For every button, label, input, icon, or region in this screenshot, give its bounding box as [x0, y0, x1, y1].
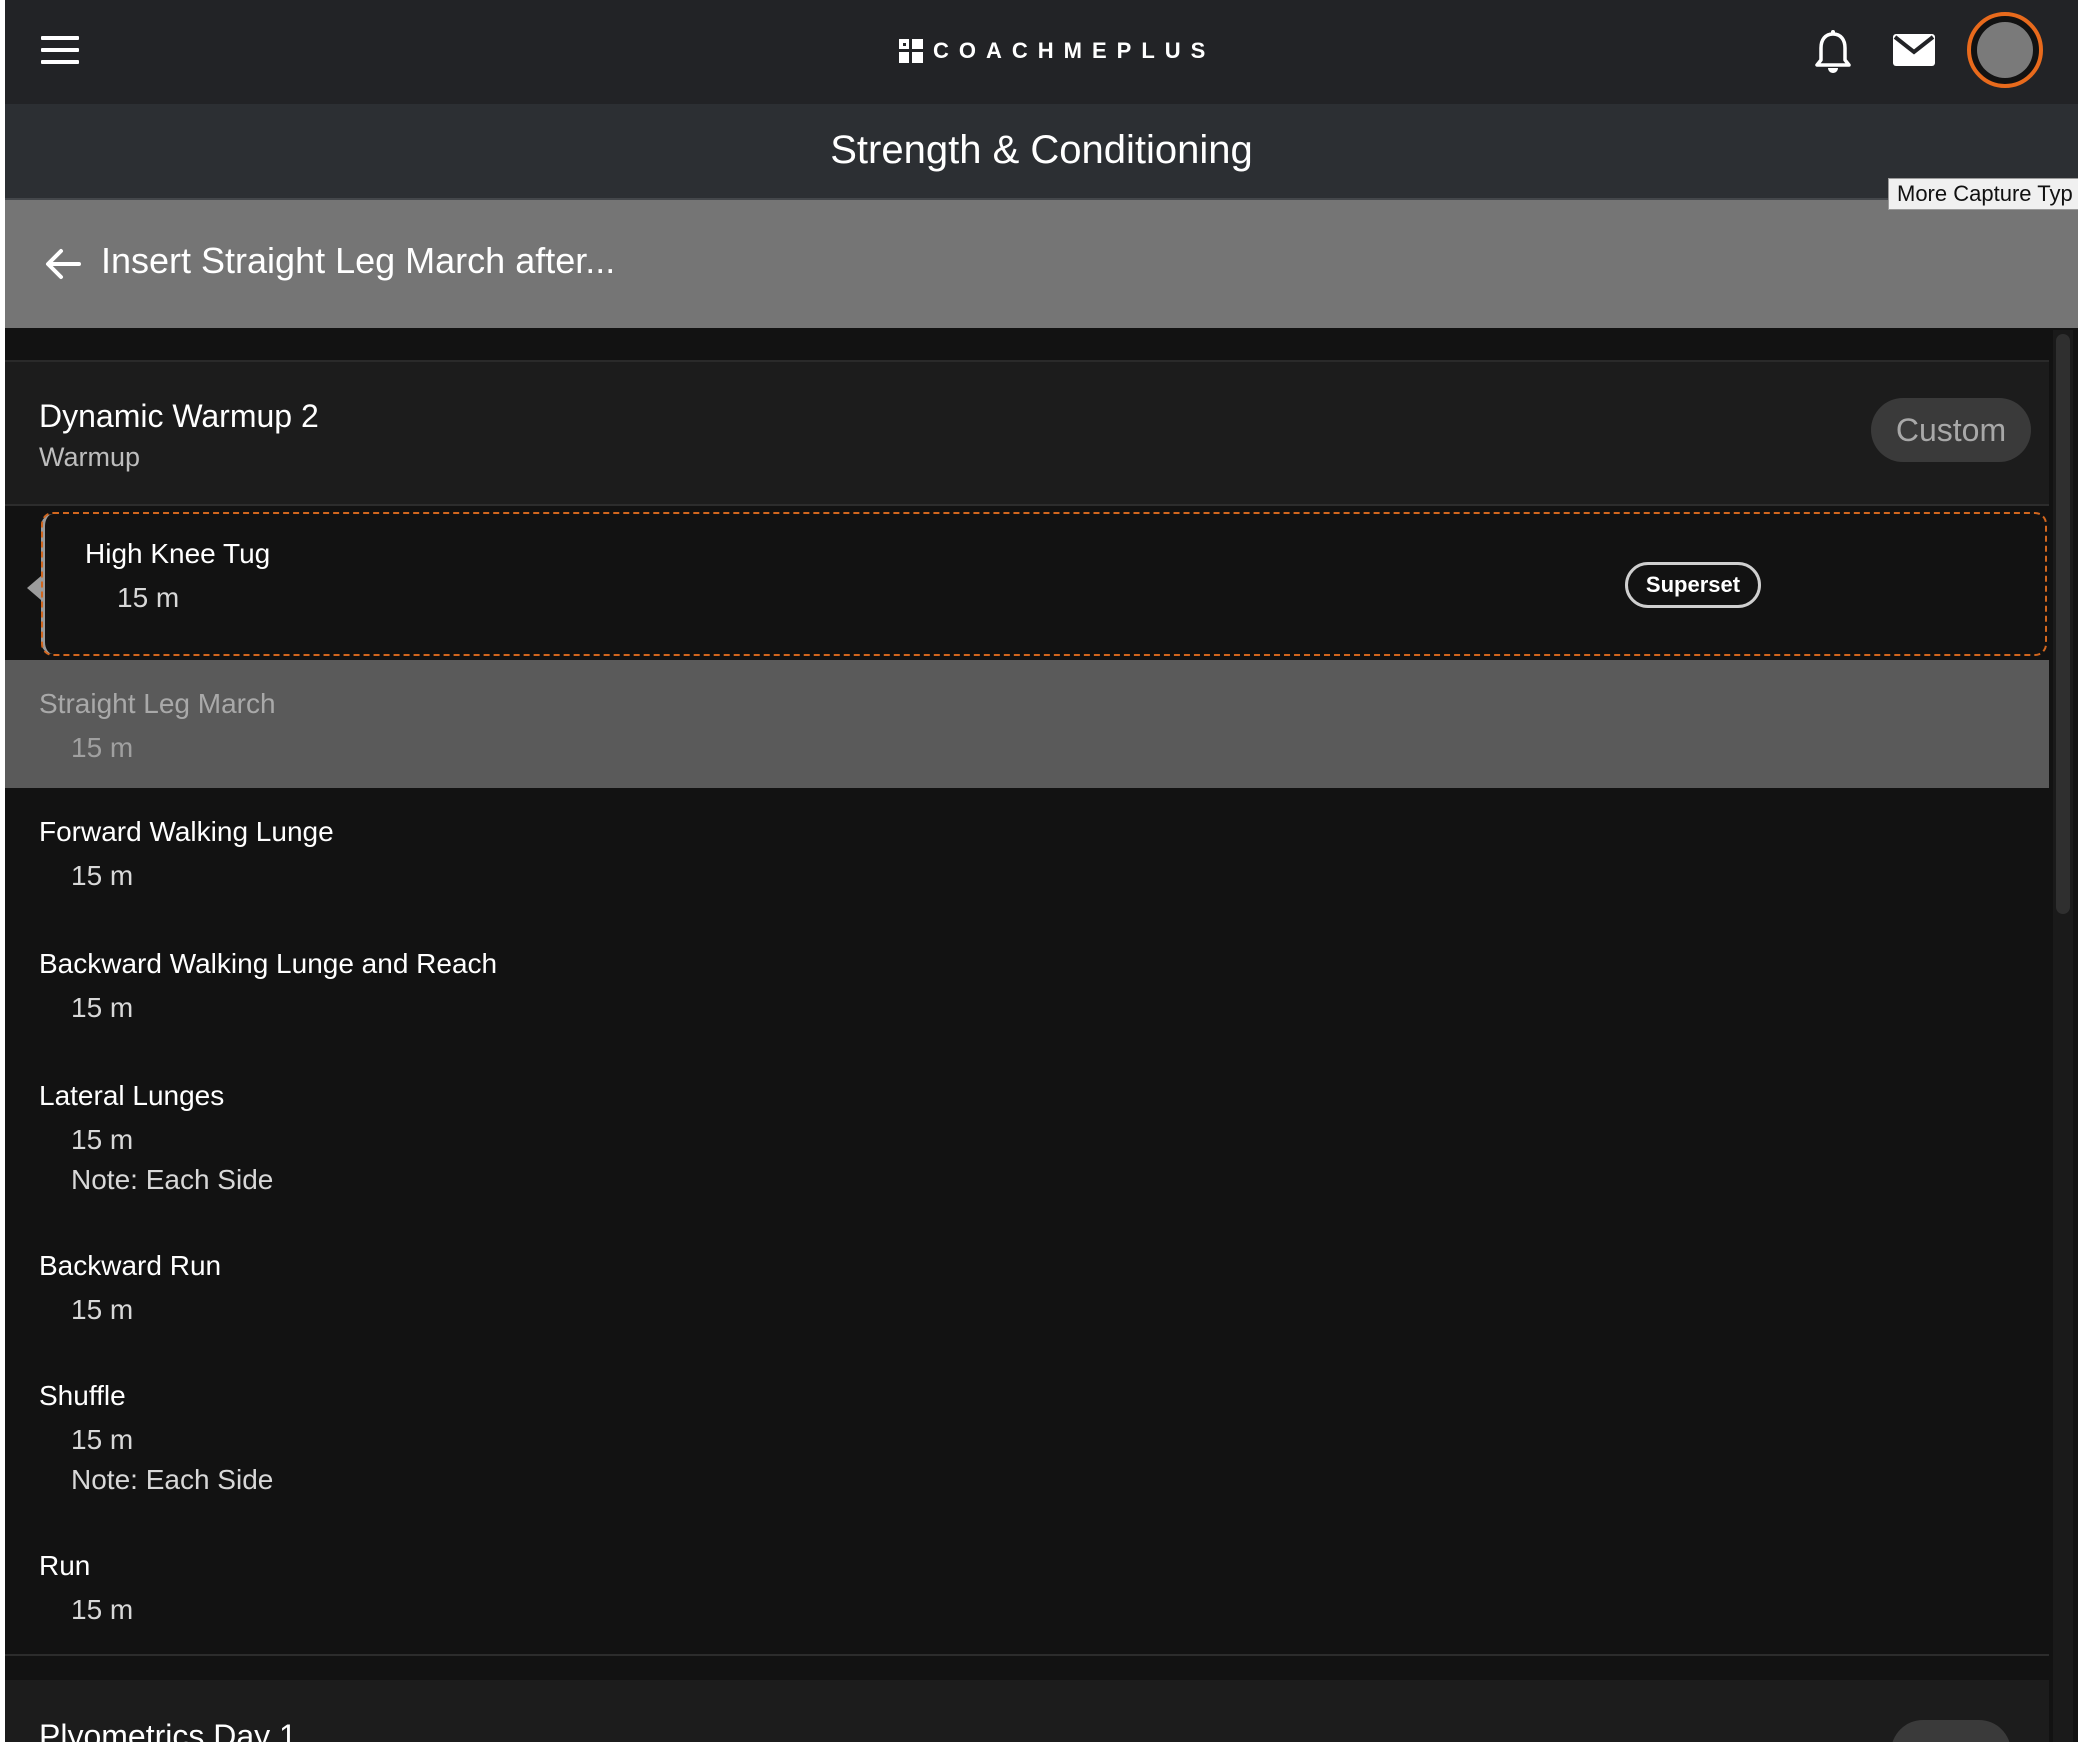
tooltip: More Capture Typ [1888, 178, 2078, 210]
logo-mark-icon [899, 39, 923, 63]
exercise-distance: 15 m [71, 860, 134, 891]
back-arrow-icon[interactable] [43, 246, 83, 282]
group-name: Plyometrics Day 1 [39, 1718, 297, 1742]
custom-chip[interactable]: Custom [1871, 398, 2031, 462]
exercise-distance: 15 m [71, 1424, 134, 1455]
list-item[interactable]: Run 15 m [5, 1518, 2049, 1648]
list-item[interactable]: Backward Run 15 m [5, 1218, 2049, 1348]
insert-title: Insert Straight Leg March after... [101, 240, 616, 281]
exercise-name: Forward Walking Lunge [39, 816, 334, 847]
superset-badge: Superset [1625, 562, 1761, 608]
avatar[interactable] [1967, 12, 2043, 88]
mail-icon[interactable] [1891, 32, 1937, 68]
exercise-name: High Knee Tug [85, 538, 271, 569]
scrollbar[interactable] [2053, 330, 2073, 1742]
exercise-name: Lateral Lunges [39, 1080, 225, 1111]
list-item[interactable]: Lateral Lunges 15 m Note: Each Side [5, 1048, 2049, 1218]
exercise-name: Straight Leg March [39, 688, 276, 719]
logo: COACHMEPLUS [899, 36, 1215, 66]
exercise-distance: 15 m [71, 732, 134, 763]
group-name: Dynamic Warmup 2 [39, 398, 319, 434]
scrollbar-thumb[interactable] [2056, 334, 2070, 914]
list-top-spacer [5, 328, 2049, 362]
exercise-distance: 15 m [117, 582, 180, 613]
list-item[interactable]: Shuffle 15 m Note: Each Side [5, 1348, 2049, 1518]
avatar-image [1977, 22, 2033, 78]
page-title: Strength & Conditioning [830, 128, 1253, 172]
exercise-distance: 15 m [71, 1294, 134, 1325]
custom-chip[interactable] [1891, 1720, 2011, 1742]
exercise-note: Note: Each Side [71, 1464, 274, 1495]
bell-icon[interactable] [1813, 30, 1853, 74]
group-header[interactable]: Plyometrics Day 1 [5, 1680, 2049, 1742]
menu-icon[interactable] [41, 36, 79, 66]
divider [5, 1654, 2049, 1656]
group-type: Warmup [39, 442, 141, 472]
app-window: COACHMEPLUS Strength & Conditioning Inse… [5, 0, 2078, 1742]
superset-caret-icon [27, 576, 41, 600]
group-header[interactable]: Dynamic Warmup 2 Warmup Custom [5, 362, 2049, 506]
insert-bar: Insert Straight Leg March after... [5, 200, 2078, 328]
exercise-name: Shuffle [39, 1380, 126, 1411]
exercise-note: Note: Each Side [71, 1164, 274, 1195]
exercise-name: Run [39, 1550, 91, 1581]
exercise-distance: 15 m [71, 992, 134, 1023]
exercise-list: Dynamic Warmup 2 Warmup Custom High Knee… [5, 328, 2049, 1742]
logo-text: COACHMEPLUS [933, 38, 1216, 63]
exercise-distance: 15 m [71, 1594, 134, 1625]
exercise-name: Backward Run [39, 1250, 222, 1281]
inserting-item: Straight Leg March 15 m [5, 660, 2049, 788]
exercise-name: Backward Walking Lunge and Reach [39, 948, 498, 979]
list-item[interactable]: Backward Walking Lunge and Reach 15 m [5, 918, 2049, 1048]
list-item[interactable]: Forward Walking Lunge 15 m [5, 788, 2049, 918]
section-header: Strength & Conditioning [5, 104, 2078, 200]
top-bar: COACHMEPLUS [5, 0, 2078, 104]
exercise-distance: 15 m [71, 1124, 134, 1155]
